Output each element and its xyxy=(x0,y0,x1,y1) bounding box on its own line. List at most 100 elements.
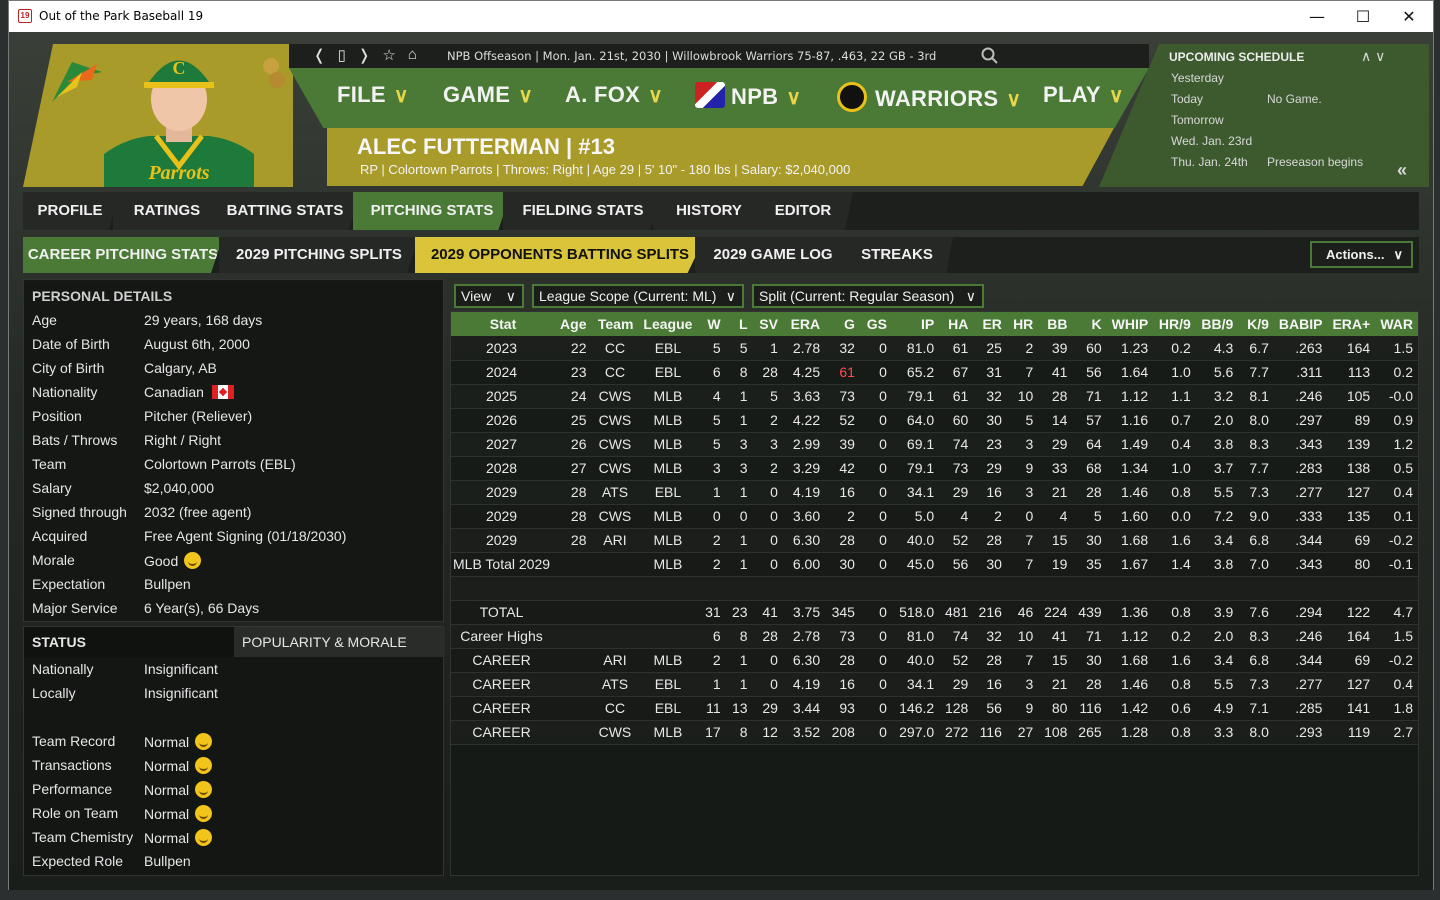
table-row[interactable]: Career Highs 6 8 28 2.78 73 0 81.0 74 32 10 41 71 1.1… xyxy=(451,624,1418,649)
player-photo: C Parrots xyxy=(104,58,254,187)
tab-profile[interactable]: PROFILE xyxy=(23,192,117,230)
table-cell: 0 xyxy=(859,384,892,409)
tab-streaks[interactable]: STREAKS xyxy=(841,237,953,273)
detail-label: Morale xyxy=(32,552,75,568)
column-header[interactable]: ER xyxy=(973,312,1007,336)
column-header[interactable]: WHIP xyxy=(1106,312,1154,336)
menu-manager[interactable]: A. FOX ∨ xyxy=(565,82,663,108)
table-row[interactable]: CAREER CWS MLB 17 8 12 3.52 208 0 297.0 272 116 27 10… xyxy=(451,720,1418,745)
table-cell: CAREER xyxy=(451,720,556,745)
menu-game[interactable]: GAME ∨ xyxy=(443,82,533,108)
table-cell: 29 xyxy=(939,672,974,697)
tab-batting-stats[interactable]: BATTING STATS xyxy=(209,192,361,230)
column-header[interactable]: BABIP xyxy=(1273,312,1328,336)
bookmark-icon[interactable]: ▯ xyxy=(338,46,346,64)
back-icon[interactable]: ❬ xyxy=(313,46,326,64)
table-row[interactable]: 2026 25 CWS MLB 5 1 2 4.22 52 0 64.0 60 30 5 14 57 1.16 0… xyxy=(451,408,1418,433)
search-icon[interactable] xyxy=(981,47,998,64)
table-cell: 40.0 xyxy=(891,648,940,673)
schedule-arrows[interactable]: ∧ ∨ xyxy=(1361,48,1385,65)
menu-team[interactable]: WARRIORS ∨ xyxy=(837,82,1021,112)
collapse-icon[interactable]: « xyxy=(1397,160,1407,181)
table-row[interactable]: 2024 23 CC EBL 6 8 28 4.25 61 0 65.2 67 31 7 41 56 1.64 1… xyxy=(451,360,1418,385)
detail-value: Right / Right xyxy=(144,432,222,448)
table-cell: 5.6 xyxy=(1195,360,1239,385)
table-cell: 32 xyxy=(973,624,1007,649)
column-header[interactable]: WAR xyxy=(1375,312,1418,336)
column-header[interactable]: K/9 xyxy=(1238,312,1274,336)
player-name: ALEC FUTTERMAN | #13 xyxy=(357,134,615,159)
tab-editor[interactable]: EDITOR xyxy=(753,192,853,230)
table-row[interactable]: 2023 22 CC EBL 5 5 1 2.78 32 0 81.0 61 25 2 39 60 1.23 0.… xyxy=(451,336,1418,361)
league-scope-dropdown[interactable]: League Scope (Current: ML) ∨ xyxy=(532,284,744,308)
table-row[interactable]: 2025 24 CWS MLB 4 1 5 3.63 73 0 79.1 61 32 10 28 71 1.12… xyxy=(451,384,1418,409)
view-dropdown[interactable]: View ∨ xyxy=(454,284,524,308)
column-header[interactable]: HR/9 xyxy=(1153,312,1196,336)
table-cell: .343 xyxy=(1273,432,1328,457)
tab-status[interactable]: STATUS xyxy=(24,627,234,657)
maximize-button[interactable]: ☐ xyxy=(1340,1,1386,32)
tab-game-log[interactable]: 2029 GAME LOG xyxy=(695,237,851,273)
table-cell: 64.0 xyxy=(891,408,940,433)
table-row[interactable]: CAREER ATS EBL 1 1 0 4.19 16 0 34.1 29 16 3 21 28 1.46 0… xyxy=(451,672,1418,697)
table-cell: 3.7 xyxy=(1195,456,1239,481)
minimize-button[interactable]: — xyxy=(1294,1,1340,32)
tab-pitching-stats[interactable]: PITCHING STATS xyxy=(353,192,511,230)
top-strip: ❬ ▯ ❭ ☆ ⌂ NPB Offseason | Mon. Jan. 21st… xyxy=(289,44,1149,68)
column-header[interactable]: Stat xyxy=(451,312,556,336)
menu-league[interactable]: NPB ∨ xyxy=(695,82,801,110)
split-dropdown[interactable]: Split (Current: Regular Season) ∨ xyxy=(752,284,984,308)
forward-icon[interactable]: ❭ xyxy=(358,46,371,64)
table-cell xyxy=(973,576,1007,601)
column-header[interactable]: Team xyxy=(591,312,639,336)
table-cell: -0.0 xyxy=(1375,384,1418,409)
chevron-down-icon: ∨ xyxy=(1393,247,1403,262)
table-row[interactable]: 2027 26 CWS MLB 5 3 3 2.99 39 0 69.1 74 23 3 29 64 1.49 0… xyxy=(451,432,1418,457)
tab-fielding-stats[interactable]: FIELDING STATS xyxy=(503,192,663,230)
table-row[interactable]: 2029 28 ARI MLB 2 1 0 6.30 28 0 40.0 52 28 7 15 30 1.68 1… xyxy=(451,528,1418,553)
table-cell: 3.52 xyxy=(782,720,826,745)
table-cell: 81.0 xyxy=(891,336,940,361)
column-header[interactable]: HR xyxy=(1006,312,1039,336)
close-button[interactable]: ✕ xyxy=(1386,1,1432,32)
table-row[interactable]: TOTAL 31 23 41 3.75 345 0 518.0 481 216 46 224 439 1.… xyxy=(451,600,1418,625)
table-cell: 15 xyxy=(1038,528,1073,553)
column-header[interactable]: K xyxy=(1072,312,1107,336)
column-header[interactable]: ERA xyxy=(782,312,826,336)
column-header[interactable]: HA xyxy=(939,312,974,336)
table-cell: EBL xyxy=(638,480,698,505)
table-row[interactable]: 2029 28 CWS MLB 0 0 0 3.60 2 0 5.0 4 2 0 4 5 1.60 0.0 7.2 9… xyxy=(451,504,1418,529)
menu-file[interactable]: FILE ∨ xyxy=(337,82,409,108)
tab-history[interactable]: HISTORY xyxy=(653,192,765,230)
tab-career-pitching-stats[interactable]: CAREER PITCHING STATS xyxy=(23,237,223,273)
table-row[interactable]: MLB Total 2029 MLB 2 1 0 6.00 30 0 45.0 56 30 7 19 35… xyxy=(451,552,1418,577)
column-header[interactable]: ERA+ xyxy=(1327,312,1376,336)
column-header[interactable]: Age xyxy=(555,312,592,336)
menu-play[interactable]: PLAY ∨ xyxy=(1043,82,1124,108)
table-row[interactable] xyxy=(451,576,1418,601)
actions-dropdown[interactable]: Actions... ∨ xyxy=(1310,241,1413,268)
column-header[interactable]: SV xyxy=(752,312,783,336)
tab-opponents-batting-splits[interactable]: 2029 OPPONENTS BATTING SPLITS xyxy=(415,237,705,273)
home-icon[interactable]: ⌂ xyxy=(408,46,417,64)
tab-ratings[interactable]: RATINGS xyxy=(113,192,221,230)
table-cell: 0.8 xyxy=(1153,720,1196,745)
table-row[interactable]: 2029 28 ATS EBL 1 1 0 4.19 16 0 34.1 29 16 3 21 28 1.46 0… xyxy=(451,480,1418,505)
column-header[interactable]: W xyxy=(697,312,726,336)
column-header[interactable]: G xyxy=(825,312,860,336)
tab-pitching-splits[interactable]: 2029 PITCHING SPLITS xyxy=(219,237,419,273)
column-header[interactable]: GS xyxy=(859,312,892,336)
table-cell: 0 xyxy=(859,552,892,577)
column-header[interactable]: IP xyxy=(891,312,940,336)
column-header[interactable]: BB xyxy=(1038,312,1073,336)
table-row[interactable]: CAREER CC EBL 11 13 29 3.44 93 0 146.2 128 56 9 80 116… xyxy=(451,696,1418,721)
table-row[interactable]: CAREER ARI MLB 2 1 0 6.30 28 0 40.0 52 28 7 15 30 1.68 1… xyxy=(451,648,1418,673)
table-cell xyxy=(555,720,592,745)
table-row[interactable]: 2028 27 CWS MLB 3 3 2 3.29 42 0 79.1 73 29 9 33 68 1.34 1… xyxy=(451,456,1418,481)
column-header[interactable]: L xyxy=(725,312,753,336)
table-cell: 4.19 xyxy=(782,480,826,505)
column-header[interactable]: League xyxy=(638,312,698,336)
star-icon[interactable]: ☆ xyxy=(382,46,395,64)
tab-popularity-morale[interactable]: POPULARITY & MORALE xyxy=(234,627,445,657)
column-header[interactable]: BB/9 xyxy=(1195,312,1239,336)
